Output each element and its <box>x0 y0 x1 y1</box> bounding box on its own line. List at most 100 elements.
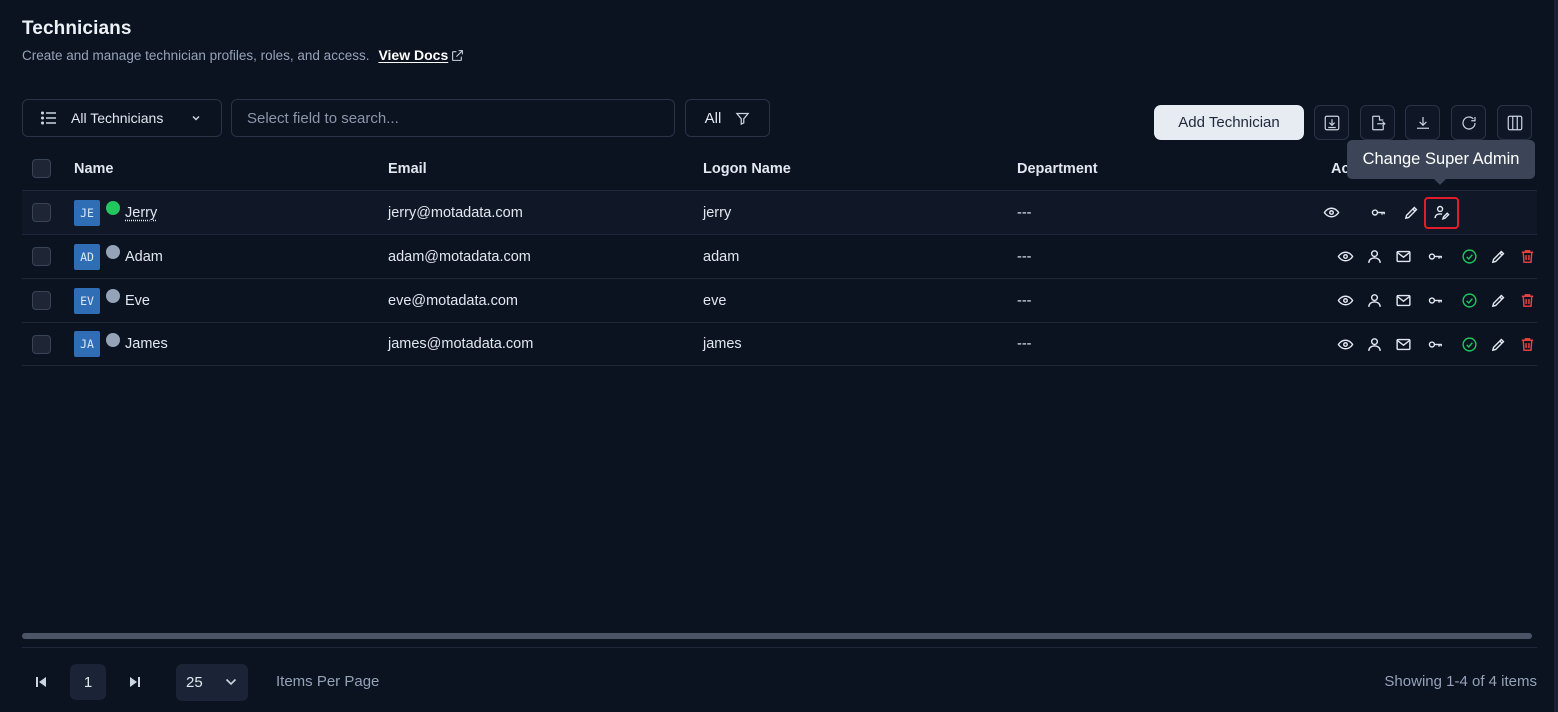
send-email-button[interactable] <box>1393 247 1413 267</box>
logon-cell: adam <box>703 248 740 265</box>
columns-icon <box>1507 115 1522 130</box>
check-circle-icon <box>1461 249 1477 264</box>
row-checkbox[interactable] <box>32 203 51 222</box>
edit-button[interactable] <box>1401 203 1421 223</box>
refresh-button[interactable] <box>1451 105 1486 140</box>
delete-button[interactable] <box>1517 291 1537 311</box>
pencil-icon <box>1491 250 1504 264</box>
view-docs-label: View Docs <box>378 47 449 63</box>
technicians-table: Name Email Logon Name Department Ac JE J… <box>22 147 1537 366</box>
department-cell: --- <box>1017 292 1032 309</box>
divider <box>22 647 1537 648</box>
pagination: 1 25 Items Per Page Showing 1-4 of 4 ite… <box>22 663 1537 701</box>
subtitle-text: Create and manage technician profiles, r… <box>22 47 370 63</box>
select-all-checkbox[interactable] <box>32 159 51 178</box>
check-circle-icon <box>1461 293 1477 308</box>
import-button[interactable] <box>1314 105 1349 140</box>
pencil-icon <box>1491 338 1504 351</box>
avatar: AD <box>74 243 100 270</box>
current-page-button[interactable]: 1 <box>70 664 106 700</box>
technician-name[interactable]: Eve <box>125 293 150 309</box>
trash-icon <box>1521 337 1533 351</box>
email-cell: eve@motadata.com <box>388 292 518 309</box>
view-button[interactable] <box>1335 247 1355 267</box>
user-edit-icon <box>1433 205 1450 220</box>
check-circle-icon <box>1461 336 1477 352</box>
activate-button[interactable] <box>1459 247 1479 267</box>
import-icon <box>1324 115 1339 130</box>
user-icon <box>1367 294 1381 307</box>
activate-button[interactable] <box>1459 291 1479 311</box>
chevron-down-icon <box>225 678 237 686</box>
activate-button[interactable] <box>1459 334 1479 354</box>
view-button[interactable] <box>1335 334 1355 354</box>
delete-button[interactable] <box>1517 247 1537 267</box>
send-email-button[interactable] <box>1393 334 1413 354</box>
department-cell: --- <box>1017 204 1032 221</box>
logon-cell: jerry <box>703 204 732 221</box>
search-input[interactable] <box>231 99 675 137</box>
view-button[interactable] <box>1335 291 1355 311</box>
table-row: EV Eve eve@motadata.com eve --- <box>22 278 1537 322</box>
user-icon <box>1367 337 1381 351</box>
table-row: JE Jerry jerry@motadata.com jerry --- <box>22 190 1537 234</box>
mail-icon <box>1395 250 1411 263</box>
add-technician-button[interactable]: Add Technician <box>1154 105 1304 140</box>
download-button[interactable] <box>1405 105 1440 140</box>
pencil-icon <box>1404 206 1417 220</box>
header-department[interactable]: Department <box>1017 161 1098 177</box>
logon-cell: james <box>703 336 742 352</box>
reset-password-button[interactable] <box>1425 334 1445 354</box>
horizontal-scrollbar[interactable] <box>22 633 1532 639</box>
send-email-button[interactable] <box>1393 291 1413 311</box>
first-page-button[interactable] <box>32 673 50 691</box>
refresh-icon <box>1461 115 1476 130</box>
offline-status-dot <box>106 332 120 347</box>
name-cell: EV Eve <box>74 287 150 314</box>
pencil-icon <box>1491 294 1504 308</box>
email-cell: jerry@motadata.com <box>388 204 523 221</box>
user-profile-button[interactable] <box>1364 247 1384 267</box>
skip-last-icon <box>130 677 140 687</box>
department-cell: --- <box>1017 248 1032 265</box>
eye-icon <box>1337 251 1353 262</box>
reset-password-button[interactable] <box>1425 247 1445 267</box>
reset-password-button[interactable] <box>1368 203 1388 223</box>
technician-name[interactable]: Adam <box>125 249 163 265</box>
row-checkbox[interactable] <box>32 247 51 266</box>
technician-name[interactable]: James <box>125 336 168 352</box>
row-checkbox[interactable] <box>32 334 51 354</box>
delete-button[interactable] <box>1517 334 1537 354</box>
user-profile-button[interactable] <box>1364 334 1384 354</box>
user-profile-button[interactable] <box>1364 291 1384 311</box>
columns-button[interactable] <box>1497 105 1532 140</box>
row-checkbox[interactable] <box>32 291 51 310</box>
header-logon-name[interactable]: Logon Name <box>703 161 791 177</box>
view-selector-label: All Technicians <box>71 110 164 126</box>
items-per-page-select[interactable]: 25 <box>176 664 248 701</box>
eye-icon <box>1337 295 1353 306</box>
header-name[interactable]: Name <box>74 161 114 177</box>
change-super-admin-button[interactable] <box>1431 203 1451 223</box>
filter-icon <box>735 112 750 125</box>
edit-button[interactable] <box>1488 247 1508 267</box>
avatar: JE <box>74 199 100 226</box>
reset-password-button[interactable] <box>1425 291 1445 311</box>
filter-button[interactable]: All <box>685 99 770 137</box>
export-file-icon <box>1371 115 1386 130</box>
key-icon <box>1428 297 1442 304</box>
page-header: Technicians Create and manage technician… <box>22 18 464 63</box>
technician-name-link[interactable]: Jerry <box>125 205 157 221</box>
edit-button[interactable] <box>1488 334 1508 354</box>
eye-icon <box>1337 339 1353 349</box>
per-page-value: 25 <box>186 674 203 691</box>
view-selector[interactable]: All Technicians <box>22 99 222 137</box>
view-docs-link[interactable]: View Docs <box>378 47 464 63</box>
export-button[interactable] <box>1360 105 1395 140</box>
mail-icon <box>1395 294 1411 307</box>
mail-icon <box>1395 338 1411 350</box>
last-page-button[interactable] <box>126 673 144 691</box>
view-button[interactable] <box>1321 203 1341 223</box>
edit-button[interactable] <box>1488 291 1508 311</box>
header-email[interactable]: Email <box>388 161 427 177</box>
